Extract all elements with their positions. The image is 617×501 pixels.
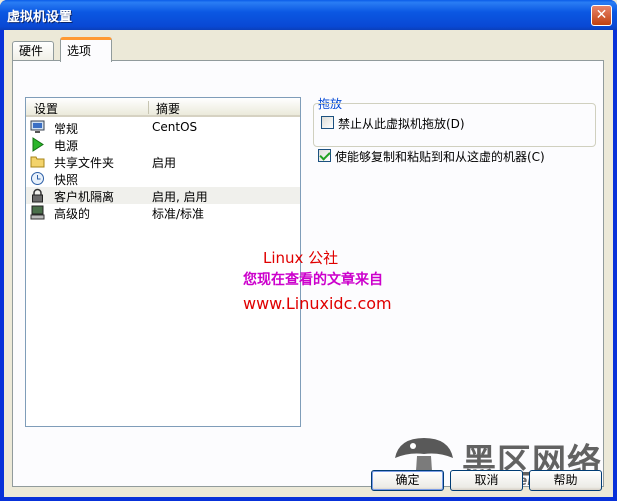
window-title: 虚拟机设置 xyxy=(7,10,73,25)
tab-hardware[interactable]: 硬件 xyxy=(12,41,54,61)
play-icon xyxy=(32,137,44,152)
list-item-label: 电源 xyxy=(54,139,79,153)
watermark-line-3: www.Linuxidc.com xyxy=(243,294,392,313)
column-header-setting[interactable]: 设置 xyxy=(34,100,58,117)
close-icon: ✕ xyxy=(595,7,608,23)
watermark-line-1: Linux 公社 xyxy=(263,249,339,267)
list-item-label: 高级的 xyxy=(54,207,91,221)
list-item-advanced[interactable]: 高级的 标准/标准 xyxy=(26,204,300,221)
list-item-label: 客户机隔离 xyxy=(54,190,115,204)
list-item-label: 共享文件夹 xyxy=(54,156,115,170)
settings-window: 虚拟机设置 ✕ 硬件 选项 设置 摘要 常规 CentOS 电源 共享文件夹 启… xyxy=(0,0,617,501)
help-button[interactable]: 帮助 xyxy=(529,470,602,491)
tab-options[interactable]: 选项 xyxy=(60,37,112,62)
list-item-snapshot[interactable]: 快照 xyxy=(26,170,300,187)
options-panel: 设置 摘要 常规 CentOS 电源 共享文件夹 启用 快照 客户机隔离 启用,… xyxy=(12,60,604,487)
column-separator[interactable] xyxy=(148,101,149,114)
monitor-icon xyxy=(30,120,45,133)
list-item-value: CentOS xyxy=(152,120,198,134)
disable-drag-checkbox[interactable] xyxy=(321,116,334,129)
computer-icon xyxy=(30,205,45,220)
clock-icon xyxy=(31,172,44,185)
cancel-button[interactable]: 取消 xyxy=(450,470,523,491)
watermark-line-2: 您现在查看的文章来自 xyxy=(243,272,383,288)
list-item-value: 标准/标准 xyxy=(152,207,205,221)
list-item-general[interactable]: 常规 CentOS xyxy=(26,119,300,136)
list-item-guest-isolation[interactable]: 客户机隔离 启用, 启用 xyxy=(26,187,300,204)
column-header-summary[interactable]: 摘要 xyxy=(156,100,180,117)
list-header: 设置 摘要 xyxy=(26,98,300,117)
copy-paste-checkbox[interactable] xyxy=(318,149,331,162)
close-button[interactable]: ✕ xyxy=(591,5,612,26)
title-bar[interactable]: 虚拟机设置 ✕ xyxy=(0,0,617,30)
lock-icon xyxy=(32,188,43,203)
ok-button[interactable]: 确定 xyxy=(371,470,444,491)
dialog-body: 硬件 选项 设置 摘要 常规 CentOS 电源 共享文件夹 启用 快照 客户机… xyxy=(4,30,613,497)
folder-icon xyxy=(30,156,45,168)
copy-paste-label[interactable]: 使能够复制和粘贴到和从这虚的机器(C) xyxy=(335,148,545,165)
list-item-value: 启用 xyxy=(152,156,177,170)
drag-drop-group: 禁止从此虚拟机拖放(D) xyxy=(313,103,596,147)
settings-list[interactable]: 设置 摘要 常规 CentOS 电源 共享文件夹 启用 快照 客户机隔离 启用,… xyxy=(25,97,301,427)
list-item-value: 启用, 启用 xyxy=(152,190,208,204)
list-item-shared-folders[interactable]: 共享文件夹 启用 xyxy=(26,153,300,170)
list-item-label: 常规 xyxy=(54,122,79,136)
list-item-power[interactable]: 电源 xyxy=(26,136,300,153)
disable-drag-label[interactable]: 禁止从此虚拟机拖放(D) xyxy=(338,115,465,132)
list-item-label: 快照 xyxy=(54,173,79,187)
